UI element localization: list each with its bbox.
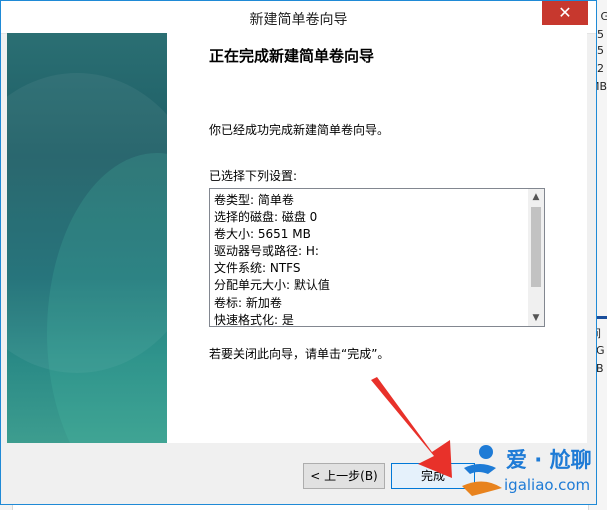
runner-logo-icon bbox=[462, 445, 502, 496]
watermark-url: igaliao.com bbox=[504, 476, 591, 494]
annotation-arrow-icon bbox=[371, 377, 452, 478]
watermark-title: 爱 · 尬聊 bbox=[506, 448, 592, 472]
watermark-logo: 爱 · 尬聊 igaliao.com bbox=[458, 440, 607, 510]
